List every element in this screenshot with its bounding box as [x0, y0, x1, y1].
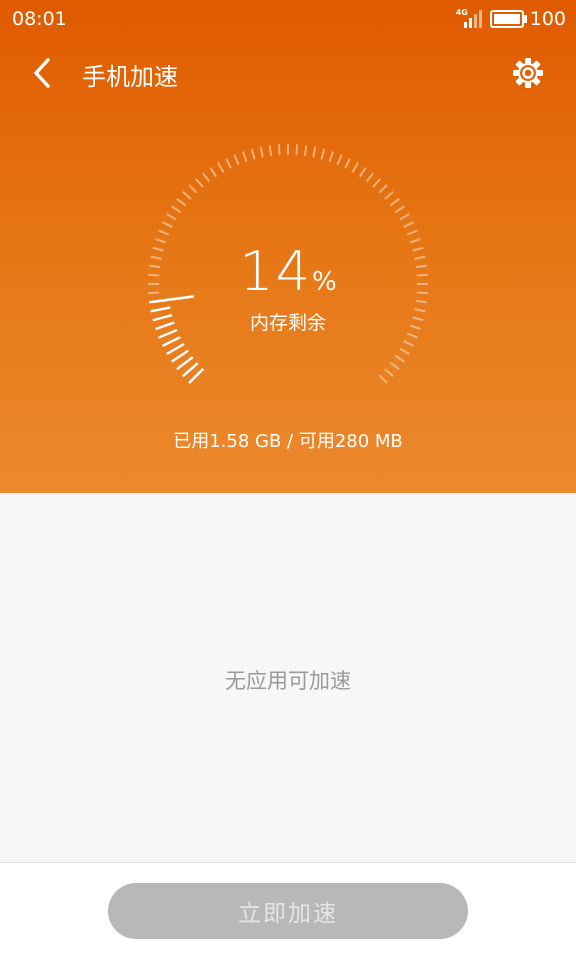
gauge-tick [378, 374, 388, 384]
gauge-tick-filled [181, 362, 199, 378]
gauge-tick [320, 148, 326, 160]
gauge-tick [394, 205, 405, 214]
gauge-tick [259, 146, 264, 158]
gauge-tick [250, 148, 256, 160]
gauge-tick-filled [170, 349, 189, 363]
battery-icon [489, 10, 527, 28]
empty-message: 无应用可加速 [225, 669, 351, 693]
gauge-tick [194, 178, 204, 188]
gauge-tick-filled [161, 335, 181, 347]
gauge-tick [384, 190, 394, 200]
gauge-tick [336, 154, 343, 166]
gauge-tick [358, 167, 367, 178]
gauge-tick [403, 221, 415, 228]
speed-up-button[interactable]: 立即加速 [108, 883, 468, 939]
status-time: 08:01 [12, 8, 67, 30]
gauge-tick [328, 151, 334, 163]
chevron-left-icon [34, 58, 50, 88]
footer-bar: 立即加速 [0, 862, 576, 961]
settings-button[interactable] [512, 57, 544, 89]
percent-unit: % [312, 267, 337, 297]
gauge-tick [372, 178, 382, 188]
gauge-tick [217, 162, 225, 173]
signal-icon: 4G [456, 8, 484, 30]
gauge-tick [389, 197, 400, 207]
gauge-tick [378, 184, 388, 194]
top-panel: 08:01 4G 100 手机加速 14% 内存剩余 已用1.58 GB / 可… [0, 0, 576, 493]
gauge-tick [158, 229, 170, 236]
gauge-tick [344, 157, 351, 169]
gauge-tick [233, 154, 240, 166]
gauge-tick [406, 229, 418, 236]
gauge-tick [351, 162, 359, 173]
gear-icon [513, 58, 543, 88]
gauge-tick [384, 368, 394, 378]
gauge-tick-filled [166, 342, 185, 356]
gauge-tick [182, 190, 192, 200]
gauge-tick [188, 184, 198, 194]
memory-usage: 已用1.58 GB / 可用280 MB [173, 431, 403, 452]
gauge-tick [209, 167, 218, 178]
gauge-tick-filled [188, 368, 204, 384]
gauge-tick [176, 197, 187, 207]
status-icons: 4G 100 [456, 8, 566, 30]
gauge-tick [389, 361, 400, 371]
gauge-tick [365, 172, 375, 183]
gauge-tick [399, 213, 410, 221]
gauge-tick [171, 205, 182, 214]
status-bar: 08:01 4G 100 [0, 0, 576, 38]
gauge-tick [201, 172, 211, 183]
gauge-tick [403, 340, 415, 347]
gauge-tick [242, 151, 248, 163]
gauge-tick [312, 146, 317, 158]
gauge-tick [394, 354, 405, 363]
gauge-tick [161, 221, 173, 228]
gauge-tick-filled [176, 356, 194, 371]
gauge-tick [277, 144, 281, 156]
gauge-tick [225, 157, 232, 169]
memory-label: 内存剩余 [249, 312, 326, 334]
page-title: 手机加速 [82, 63, 178, 91]
app-header: 手机加速 [0, 48, 576, 98]
gauge-tick [303, 145, 308, 157]
memory-percent: 14% [0, 240, 576, 303]
back-button[interactable] [28, 56, 58, 90]
battery-level: 100 [529, 8, 566, 30]
percent-value: 14 [239, 240, 312, 303]
gauge-tick [399, 347, 410, 355]
gauge-tick [166, 213, 177, 221]
gauge-tick [268, 145, 273, 157]
gauge-tick [295, 144, 299, 156]
